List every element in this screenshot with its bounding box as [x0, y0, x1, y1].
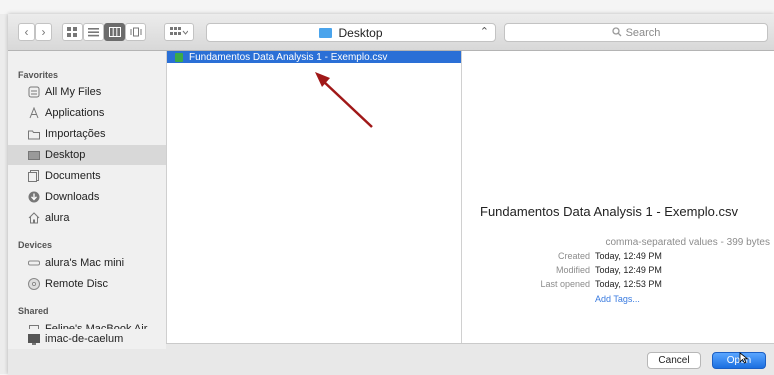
search-field[interactable]: Search	[504, 23, 768, 42]
modified-value: Today, 12:49 PM	[595, 265, 662, 275]
sidebar-item-mac-mini[interactable]: alura's Mac mini	[8, 253, 166, 273]
sidebar-item-label: Desktop	[45, 149, 86, 161]
home-icon	[28, 212, 40, 224]
arrange-button[interactable]	[164, 23, 194, 41]
forward-icon: ›	[41, 25, 46, 39]
modified-label: Modified	[555, 265, 590, 275]
sidebar-section-favorites: Favorites	[18, 70, 59, 80]
forward-button[interactable]: ›	[35, 23, 52, 41]
sidebar-item-all-my-files[interactable]: All My Files	[8, 82, 166, 102]
csv-file-icon	[175, 52, 183, 62]
background-window-strip	[0, 14, 8, 374]
list-view-icon	[88, 28, 99, 37]
sidebar-item-importacoes[interactable]: Importações	[8, 124, 166, 144]
sidebar-section-shared: Shared	[18, 306, 49, 316]
sidebar-item-desktop[interactable]: Desktop	[8, 145, 166, 165]
sidebar-item-label: Applications	[45, 107, 105, 119]
toolbar: ‹ › Desktop ⌃ Search	[8, 14, 774, 51]
file-row-selected[interactable]: Fundamentos Data Analysis 1 - Exemplo.cs…	[167, 51, 461, 63]
sidebar-item-label: Documents	[45, 170, 101, 182]
preview-last-opened-row: Last opened Today, 12:53 PM	[462, 279, 774, 291]
icon-view-button[interactable]	[62, 23, 83, 41]
column-view-icon	[108, 27, 121, 37]
sidebar-item-imac[interactable]: imac-de-caelum	[8, 329, 166, 349]
arrange-icon	[170, 27, 188, 35]
created-value: Today, 12:49 PM	[595, 251, 662, 261]
search-icon	[611, 26, 622, 40]
cover-flow-button[interactable]	[125, 23, 146, 41]
search-placeholder: Search	[625, 26, 661, 39]
all-files-icon	[28, 86, 40, 98]
location-popup[interactable]: Desktop ⌃	[206, 23, 496, 42]
sidebar-item-label: Importações	[45, 128, 106, 140]
back-button[interactable]: ‹	[18, 23, 35, 41]
applications-icon	[28, 107, 40, 119]
cover-flow-icon	[130, 27, 141, 37]
preview-created-row: Created Today, 12:49 PM	[462, 251, 774, 263]
documents-icon	[28, 170, 40, 182]
created-label: Created	[557, 251, 590, 261]
folder-icon	[28, 128, 40, 140]
preview-pane: Fundamentos Data Analysis 1 - Exemplo.cs…	[462, 51, 774, 343]
preview-modified-row: Modified Today, 12:49 PM	[462, 265, 774, 277]
mac-mini-icon	[28, 257, 40, 269]
sidebar-item-label: imac-de-caelum	[45, 333, 124, 345]
sidebar-item-downloads[interactable]: Downloads	[8, 187, 166, 207]
sidebar-item-label: Downloads	[45, 191, 100, 203]
sidebar-item-applications[interactable]: Applications	[8, 103, 166, 123]
mouse-cursor-icon	[739, 352, 749, 364]
sidebar-item-label: alura	[45, 212, 70, 224]
column-view-button[interactable]	[104, 23, 125, 41]
sidebar-item-remote-disc[interactable]: Remote Disc	[8, 274, 166, 294]
cancel-button[interactable]: Cancel	[647, 352, 701, 369]
file-name: Fundamentos Data Analysis 1 - Exemplo.cs…	[189, 51, 388, 63]
imac-icon	[28, 333, 40, 345]
add-tags-link[interactable]: Add Tags...	[595, 294, 640, 304]
open-file-dialog: ‹ › Desktop ⌃ Search Favorites All My Fi…	[8, 14, 774, 375]
sidebar-item-label: Remote Disc	[45, 278, 108, 290]
list-view-button[interactable]	[83, 23, 104, 41]
last-opened-value: Today, 12:53 PM	[595, 279, 662, 289]
location-label: Desktop	[338, 25, 383, 40]
sidebar-item-documents[interactable]: Documents	[8, 166, 166, 186]
downloads-icon	[28, 191, 40, 203]
desktop-folder-icon	[319, 27, 333, 38]
sidebar-item-label: All My Files	[45, 86, 102, 98]
sidebar-item-alura[interactable]: alura	[8, 208, 166, 228]
preview-title: Fundamentos Data Analysis 1 - Exemplo.cs…	[480, 204, 738, 219]
sidebar-section-devices: Devices	[18, 240, 53, 250]
preview-file-type: comma-separated values - 399 bytes	[605, 237, 770, 248]
location-caret-icon: ⌃	[479, 26, 489, 38]
last-opened-label: Last opened	[540, 279, 590, 289]
file-list-column: Fundamentos Data Analysis 1 - Exemplo.cs…	[167, 51, 462, 343]
sidebar: Favorites All My Files Applications Impo…	[8, 51, 167, 343]
icon-view-icon	[67, 27, 77, 37]
back-icon: ‹	[24, 25, 29, 39]
desktop-icon	[28, 149, 40, 161]
disc-icon	[28, 278, 40, 290]
sidebar-item-label: alura's Mac mini	[45, 257, 125, 269]
